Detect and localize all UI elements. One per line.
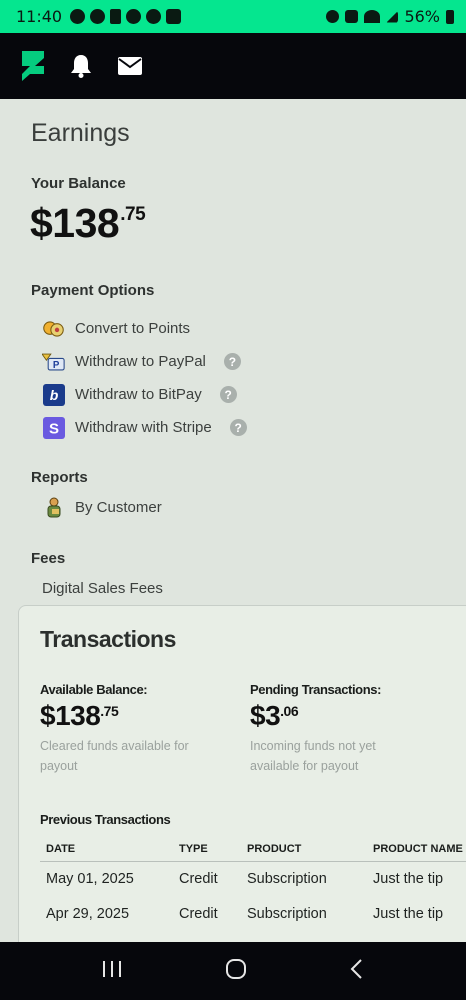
- home-icon[interactable]: [225, 958, 247, 985]
- app-header: [0, 33, 466, 99]
- transactions-table: DATE TYPE PRODUCT PRODUCT NAME May 01, 2…: [40, 839, 466, 942]
- bitpay-icon: b: [42, 383, 65, 406]
- pending-transactions-label: Pending Transactions:: [250, 682, 382, 697]
- row-date: Apr 25, 2025: [40, 932, 173, 942]
- row-type: Credit: [173, 932, 241, 942]
- fees-heading: Fees: [31, 550, 66, 567]
- available-balance-desc: Cleared funds available for payout: [40, 739, 189, 773]
- row-product: Subscription: [247, 906, 327, 922]
- bell-icon[interactable]: [70, 54, 92, 78]
- status-bar: 11:40 56%: [0, 0, 466, 33]
- table-row[interactable]: Apr 25, 2025 Credit Subscription Just th…: [40, 932, 466, 942]
- alarm-icon: [326, 10, 340, 23]
- svg-text:P: P: [53, 360, 60, 371]
- pending-transactions-desc: Incoming funds not yet available for pay…: [250, 739, 376, 773]
- withdraw-bitpay-label: Withdraw to BitPay: [75, 386, 202, 403]
- column-product[interactable]: PRODUCT: [241, 839, 367, 862]
- shield-icon: [70, 9, 86, 24]
- shield-icon: [90, 9, 106, 24]
- convert-to-points-label: Convert to Points: [75, 320, 191, 337]
- withdraw-paypal-link[interactable]: P Withdraw to PayPal ?: [42, 350, 241, 373]
- transactions-card: Transactions Available Balance: $138.75 …: [18, 605, 466, 942]
- available-balance-stat: Available Balance: $138.75 Cleared funds…: [40, 682, 230, 776]
- signal-icon: [386, 10, 399, 23]
- table-header-row: DATE TYPE PRODUCT PRODUCT NAME: [40, 839, 466, 862]
- system-nav-bar: [0, 942, 466, 1000]
- stripe-icon: S: [42, 416, 65, 439]
- available-balance-cents: .75: [100, 703, 119, 719]
- paypal-icon: P: [42, 350, 65, 373]
- row-date: Apr 29, 2025: [46, 906, 130, 922]
- balance-cents: .75: [120, 204, 146, 225]
- payment-options-heading: Payment Options: [31, 282, 155, 299]
- wifi-icon: [364, 10, 381, 23]
- digital-sales-fees-link[interactable]: Digital Sales Fees: [42, 580, 163, 597]
- pending-transactions-whole: $3: [250, 700, 281, 731]
- withdraw-bitpay-link[interactable]: b Withdraw to BitPay ?: [42, 383, 237, 406]
- status-time: 11:40: [16, 7, 63, 26]
- battery-level: 56%: [404, 7, 440, 26]
- gallery-icon: [166, 9, 182, 24]
- bitpay-help-icon[interactable]: ?: [219, 386, 237, 403]
- points-coins-icon: [42, 317, 65, 340]
- back-icon[interactable]: [349, 958, 365, 985]
- by-customer-link[interactable]: By Customer: [42, 496, 162, 519]
- reports-heading: Reports: [31, 469, 88, 486]
- paypal-help-icon[interactable]: ?: [223, 353, 241, 370]
- withdraw-stripe-link[interactable]: S Withdraw with Stripe ?: [42, 416, 247, 439]
- table-row[interactable]: May 01, 2025 Credit Subscription Just th…: [40, 862, 466, 897]
- column-type[interactable]: TYPE: [173, 839, 241, 862]
- pending-transactions-value: $3.06: [250, 700, 440, 732]
- recent-apps-icon[interactable]: [101, 959, 123, 984]
- balance-heading: Your Balance: [31, 175, 126, 192]
- mute-icon: [345, 10, 359, 23]
- row-type: Credit: [179, 871, 218, 888]
- battery-icon: [446, 9, 454, 24]
- row-type: Credit: [179, 906, 218, 922]
- app-notification-icon: [146, 9, 162, 24]
- previous-transactions-title: Previous Transactions: [40, 812, 171, 827]
- withdraw-paypal-label: Withdraw to PayPal: [75, 353, 206, 370]
- page-title: Earnings: [31, 119, 130, 147]
- row-product-name: Just the tip: [367, 932, 466, 942]
- system-status: 56%: [326, 7, 454, 26]
- reddit-icon: [126, 9, 142, 24]
- paypal-notification-icon: [110, 9, 122, 24]
- column-date[interactable]: DATE: [40, 839, 173, 862]
- row-product-name: Just the tip: [373, 906, 444, 922]
- notification-icons: [70, 9, 182, 24]
- earnings-page: Earnings Your Balance $138.75 Payment Op…: [0, 99, 466, 942]
- available-balance-label: Available Balance:: [40, 682, 148, 697]
- svg-text:S: S: [48, 420, 58, 437]
- deviantart-logo-icon[interactable]: [22, 51, 44, 81]
- pending-transactions-cents: .06: [280, 703, 299, 719]
- svg-text:b: b: [49, 387, 58, 403]
- customer-icon: [42, 496, 65, 519]
- row-date: May 01, 2025: [46, 871, 134, 888]
- transactions-title: Transactions: [40, 626, 176, 652]
- balance-whole: $138: [30, 200, 120, 246]
- pending-transactions-stat: Pending Transactions: $3.06 Incoming fun…: [250, 682, 440, 776]
- row-product: Subscription: [241, 932, 367, 942]
- by-customer-label: By Customer: [75, 499, 162, 516]
- stripe-help-icon[interactable]: ?: [229, 419, 247, 436]
- row-product-name: Just the tip: [373, 871, 444, 888]
- convert-to-points-link[interactable]: Convert to Points: [42, 317, 190, 340]
- envelope-icon[interactable]: [118, 57, 142, 75]
- table-row[interactable]: Apr 29, 2025 Credit Subscription Just th…: [40, 897, 466, 932]
- withdraw-stripe-label: Withdraw with Stripe: [75, 419, 212, 436]
- available-balance-whole: $138: [40, 700, 101, 731]
- column-product-name[interactable]: PRODUCT NAME: [367, 839, 466, 862]
- available-balance-value: $138.75: [40, 700, 230, 732]
- balance-amount: $138.75: [30, 200, 146, 247]
- row-product: Subscription: [247, 871, 327, 888]
